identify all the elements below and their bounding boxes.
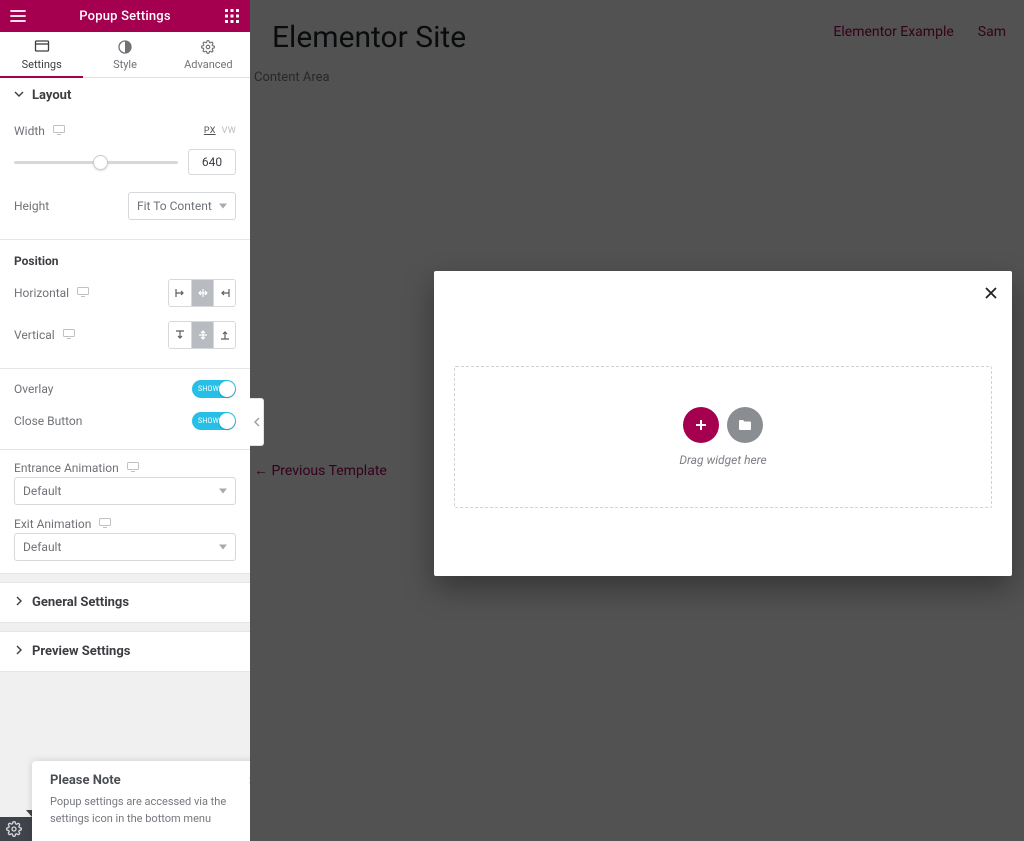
sidebar-header: Popup Settings — [0, 0, 250, 32]
section-animations: Entrance Animation Default Exit Animatio… — [0, 450, 250, 574]
width-label: Width — [14, 124, 45, 138]
align-right-button[interactable] — [213, 280, 235, 306]
close-icon[interactable] — [984, 285, 998, 304]
section-preview: Preview Settings — [0, 631, 250, 672]
editor-sidebar: Popup Settings Settings Style Advanced L… — [0, 0, 250, 841]
section-general-title: General Settings — [32, 595, 129, 610]
sidebar-tabs: Settings Style Advanced — [0, 32, 250, 78]
desktop-icon[interactable] — [77, 286, 89, 300]
horizontal-align-group — [168, 279, 236, 307]
close-button-label: Close Button — [14, 414, 82, 428]
unit-vw[interactable]: VW — [222, 126, 236, 136]
exit-animation-select[interactable]: Default — [14, 533, 236, 561]
widgets-panel-icon[interactable] — [220, 4, 244, 28]
add-widget-button[interactable] — [683, 407, 719, 443]
popup-window: Drag widget here — [434, 271, 1012, 576]
position-label: Position — [14, 244, 236, 272]
tab-settings-label: Settings — [22, 58, 62, 71]
caret-right-icon — [14, 644, 24, 659]
align-top-button[interactable] — [169, 322, 191, 348]
section-preview-title: Preview Settings — [32, 644, 130, 659]
tab-style[interactable]: Style — [83, 32, 166, 77]
section-layout-title: Layout — [32, 88, 71, 103]
width-input[interactable] — [188, 149, 236, 175]
align-left-button[interactable] — [169, 280, 191, 306]
section-layout: Layout Width PX VW Height Fit To Content — [0, 78, 250, 240]
close-button-toggle[interactable]: SHOW — [192, 412, 236, 430]
align-bottom-button[interactable] — [213, 322, 235, 348]
tab-advanced[interactable]: Advanced — [167, 32, 250, 77]
entrance-animation-label: Entrance Animation — [14, 461, 119, 475]
dropzone-label: Drag widget here — [679, 453, 766, 467]
please-note-tip: Please Note Popup settings are accessed … — [32, 761, 266, 841]
entrance-animation-select[interactable]: Default — [14, 477, 236, 505]
tab-style-label: Style — [113, 58, 137, 71]
align-center-button[interactable] — [191, 280, 213, 306]
caret-right-icon — [14, 595, 24, 610]
height-select[interactable]: Fit To Content — [128, 192, 236, 220]
widget-dropzone[interactable]: Drag widget here — [454, 366, 992, 508]
preview-canvas: Elementor Site Elementor Example Sam Con… — [250, 0, 1024, 841]
align-middle-button[interactable] — [191, 322, 213, 348]
overlay-label: Overlay — [14, 382, 53, 396]
section-position: Position Horizontal Vertical — [0, 240, 250, 369]
section-general-header[interactable]: General Settings — [0, 583, 250, 622]
unit-px[interactable]: PX — [204, 126, 216, 136]
vertical-align-group — [168, 321, 236, 349]
section-layout-header[interactable]: Layout — [0, 78, 250, 113]
tab-advanced-label: Advanced — [184, 58, 232, 71]
horizontal-label: Horizontal — [14, 286, 69, 300]
section-general: General Settings — [0, 582, 250, 623]
width-slider[interactable] — [14, 161, 178, 164]
section-preview-header[interactable]: Preview Settings — [0, 632, 250, 671]
gear-icon[interactable] — [6, 821, 22, 837]
hamburger-menu-icon[interactable] — [6, 4, 30, 28]
desktop-icon[interactable] — [63, 328, 75, 342]
caret-down-icon — [14, 88, 24, 103]
template-library-button[interactable] — [727, 407, 763, 443]
desktop-icon[interactable] — [53, 124, 65, 138]
panel-collapse-handle[interactable] — [250, 398, 264, 446]
vertical-label: Vertical — [14, 328, 55, 342]
panel-title: Popup Settings — [79, 9, 171, 24]
section-toggles: Overlay SHOW Close Button SHOW — [0, 369, 250, 450]
height-label: Height — [14, 199, 49, 213]
tab-settings[interactable]: Settings — [0, 32, 83, 77]
width-units[interactable]: PX VW — [204, 126, 236, 136]
desktop-icon[interactable] — [99, 517, 111, 531]
desktop-icon[interactable] — [127, 461, 139, 475]
note-title: Please Note — [50, 773, 248, 788]
exit-animation-label: Exit Animation — [14, 517, 91, 531]
note-body: Popup settings are accessed via the sett… — [50, 794, 248, 827]
overlay-toggle[interactable]: SHOW — [192, 380, 236, 398]
